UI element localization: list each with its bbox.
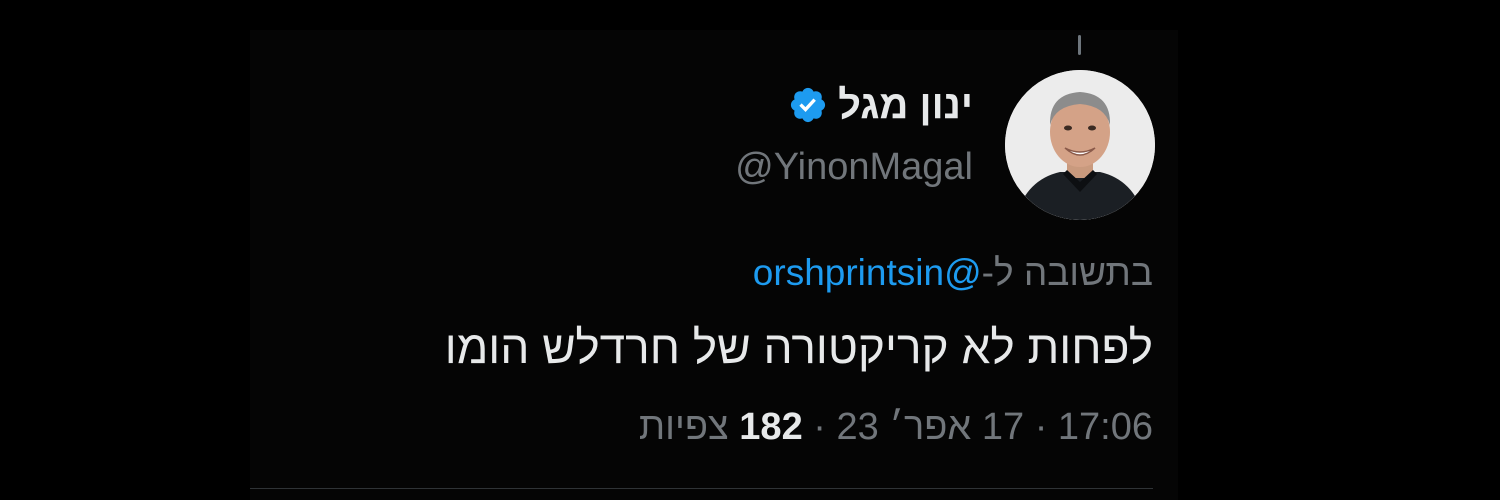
tweet-date[interactable]: 17 אפר׳ 23 (836, 406, 1024, 448)
profile-photo (1005, 70, 1155, 220)
meta-separator: · (813, 406, 826, 448)
tweet-time[interactable]: 17:06 (1058, 406, 1153, 448)
tweet-text: לפחות לא קריקטורה של חרדלש הומו (444, 321, 1153, 373)
reply-mention-link[interactable]: @orshprintsin (753, 252, 982, 293)
tweet-card: ינון מגל @YinonMagal בתשובה ל-@orshprint… (250, 30, 1178, 500)
reply-context: בתשובה ל-@orshprintsin (753, 254, 1153, 291)
author-display-name[interactable]: ינון מגל (838, 85, 973, 125)
thread-connector-line (1078, 35, 1081, 55)
verified-badge-icon (788, 85, 828, 125)
author-handle[interactable]: @YinonMagal (735, 148, 973, 186)
tweet-meta: 17:06 · 17 אפר׳ 23 · 182 צפיות (639, 408, 1153, 446)
reply-prefix: בתשובה ל- (981, 252, 1153, 293)
avatar[interactable] (1005, 70, 1155, 220)
views-label: צפיות (638, 406, 729, 448)
author-name-row[interactable]: ינון מגל (788, 85, 973, 125)
divider (250, 488, 1153, 489)
views-count[interactable]: 182 (739, 406, 802, 448)
meta-separator: · (1034, 406, 1048, 448)
